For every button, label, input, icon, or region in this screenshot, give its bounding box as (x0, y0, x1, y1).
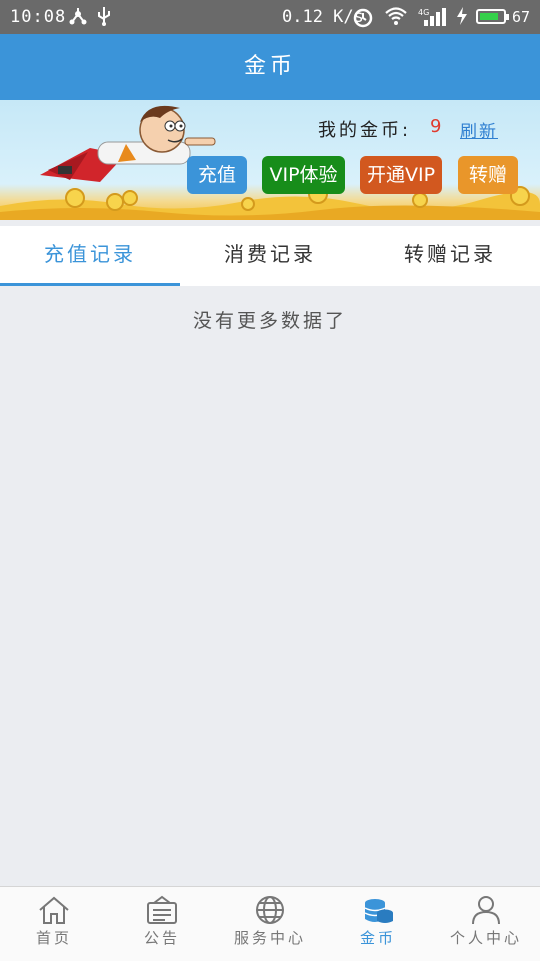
nav-notice-label: 公告 (143, 929, 180, 947)
notice-icon (147, 895, 177, 924)
tab-recharge-records[interactable]: 充值记录 (0, 226, 180, 286)
nav-home-label: 首页 (35, 929, 72, 947)
usb-icon (96, 6, 112, 31)
wifi-icon (384, 6, 408, 31)
nav-personal-label: 个人中心 (449, 929, 522, 947)
status-bar: 10:08 0.12 K/s 4G 67 (0, 0, 540, 34)
my-gold-label: 我的金币: (318, 120, 412, 141)
nav-home[interactable]: 首页 (0, 887, 108, 961)
vip-trial-button[interactable]: VIP体验 (262, 156, 345, 194)
share-icon (68, 6, 88, 31)
battery-level: 67 (512, 8, 531, 26)
coins-icon (364, 899, 393, 923)
user-icon (472, 896, 500, 925)
status-time: 10:08 (10, 7, 67, 27)
record-tabs: 充值记录 消费记录 转赠记录 (0, 226, 540, 286)
recharge-button[interactable]: 充值 (187, 156, 247, 194)
page-title: 金币 (243, 54, 296, 79)
app-header: 金币 (0, 34, 540, 100)
transfer-button[interactable]: 转赠 (458, 156, 518, 194)
nav-gold-label: 金币 (359, 929, 396, 947)
nav-personal-center[interactable]: 个人中心 (432, 887, 540, 961)
charging-icon (456, 6, 468, 31)
globe-icon (256, 896, 284, 924)
nav-service-label: 服务中心 (233, 929, 306, 947)
svg-text:4G: 4G (418, 8, 429, 17)
gold-balance: 9 (430, 116, 442, 137)
home-icon (39, 896, 69, 924)
nav-gold[interactable]: 金币 (324, 887, 432, 961)
nav-service-center[interactable]: 服务中心 (216, 887, 324, 961)
battery-icon (476, 9, 509, 24)
signal-4g-icon: 4G (418, 6, 448, 33)
nav-notice[interactable]: 公告 (108, 887, 216, 961)
tab-consumption-records[interactable]: 消费记录 (180, 226, 360, 286)
tab-transfer-records[interactable]: 转赠记录 (360, 226, 540, 286)
empty-list-message: 没有更多数据了 (192, 310, 347, 332)
open-vip-button[interactable]: 开通VIP (360, 156, 442, 194)
bottom-nav: 首页 公告 服务中心 金币 个人中心 (0, 886, 540, 961)
refresh-link[interactable]: 刷新 (460, 117, 498, 142)
alarm-icon (352, 6, 374, 33)
gold-banner: 我的金币: 9 刷新 充值 VIP体验 开通VIP 转赠 (0, 100, 540, 220)
